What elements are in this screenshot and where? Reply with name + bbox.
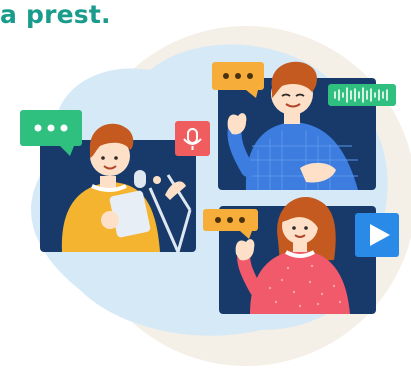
sound-wave-icon <box>328 84 396 106</box>
video-call-illustration <box>20 26 411 366</box>
microphone-icon <box>175 121 210 156</box>
play-icon <box>355 213 399 257</box>
